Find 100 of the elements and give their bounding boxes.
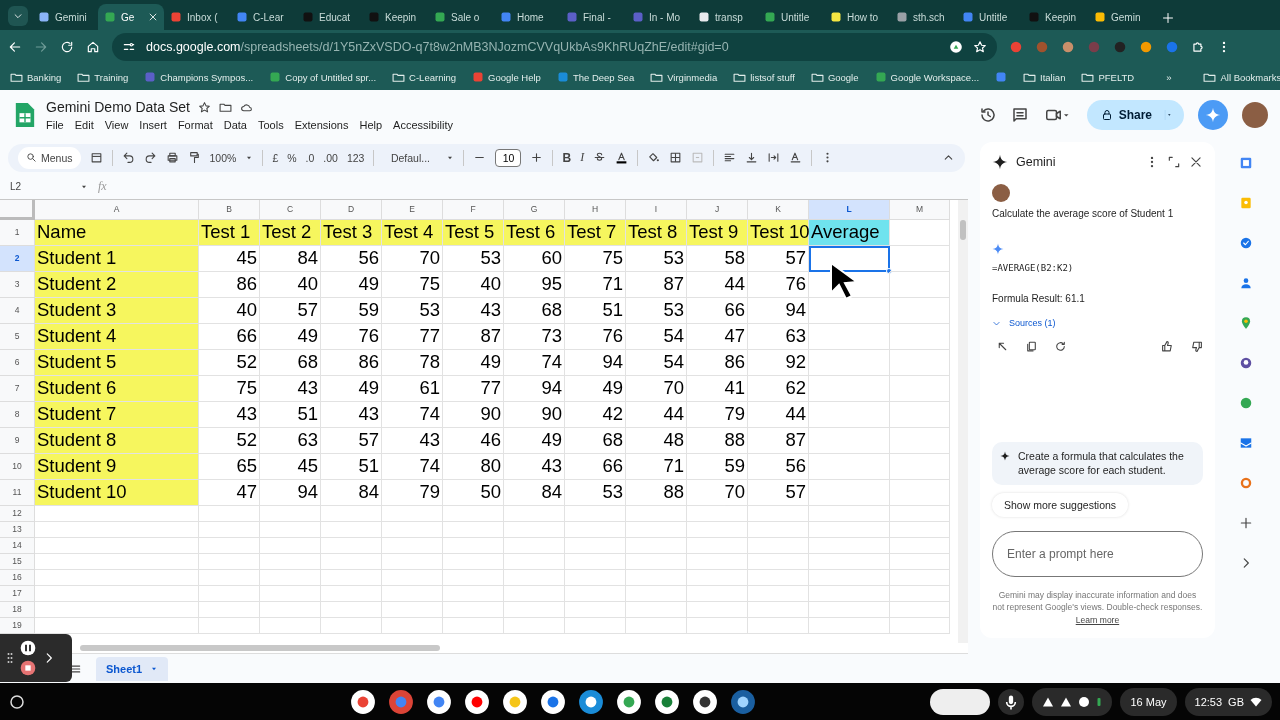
table-cell[interactable] [809,505,890,522]
table-cell[interactable] [443,521,504,538]
table-cell[interactable] [748,521,809,538]
notification-status-area[interactable] [1032,687,1113,716]
table-cell[interactable] [321,569,382,586]
column-header[interactable]: E [382,199,443,220]
table-cell[interactable] [890,601,950,618]
table-cell[interactable] [809,453,890,480]
launcher-icon[interactable] [8,692,26,711]
table-cell[interactable] [809,427,890,454]
table-cell[interactable] [565,505,626,522]
table-cell[interactable] [890,569,950,586]
table-cell[interactable] [890,323,950,350]
column-header[interactable]: K [748,199,809,220]
menu-item[interactable]: Accessibility [393,119,453,131]
table-cell[interactable] [748,569,809,586]
horizontal-scrollbar[interactable] [80,645,440,652]
copy-icon[interactable] [1025,340,1038,353]
table-cell[interactable] [260,521,321,538]
table-cell[interactable] [35,601,199,618]
row-header[interactable]: 10 [0,453,35,480]
column-header[interactable]: M [890,199,950,220]
text-wrap-icon[interactable] [767,151,781,165]
bookmark[interactable]: Copy of Untitled spr... [269,71,377,83]
table-cell[interactable] [687,553,748,570]
browser-tab[interactable]: Untitle [758,4,824,30]
text-color-icon[interactable] [615,151,629,165]
table-cell[interactable] [890,453,950,480]
table-cell[interactable] [809,617,890,634]
menu-item[interactable]: Help [359,119,383,131]
back-icon[interactable] [8,40,22,54]
table-cell[interactable] [199,521,260,538]
table-cell[interactable] [382,553,443,570]
table-cell[interactable] [890,401,950,428]
browser-tab[interactable]: Sale o [428,4,494,30]
row-header[interactable]: 6 [0,349,35,376]
bookmark[interactable]: Training [77,70,129,84]
menu-item[interactable]: Extensions [294,119,349,131]
all-bookmarks-button[interactable]: All Bookmarks [1203,70,1280,84]
column-header[interactable]: B [199,199,260,220]
table-cell[interactable] [443,553,504,570]
table-cell[interactable] [687,585,748,602]
table-cell[interactable] [890,271,950,298]
table-cell[interactable] [890,617,950,634]
zoom-dropdown[interactable]: 100% [209,151,237,164]
extension-icon[interactable] [1035,40,1049,54]
merge-cells-icon[interactable] [691,151,705,165]
table-cell[interactable] [748,617,809,634]
row-header[interactable]: 9 [0,427,35,454]
document-title[interactable]: Gemini Demo Data Set [46,99,190,115]
table-cell[interactable] [382,617,443,634]
bookmark[interactable]: Italian [1023,70,1066,84]
table-cell[interactable] [443,505,504,522]
account-avatar[interactable] [1242,102,1268,128]
table-cell[interactable] [809,375,890,402]
plus-icon[interactable] [530,151,544,165]
sources-toggle[interactable]: Sources (1) [992,318,1203,328]
suggestion-chip[interactable]: Create a formula that calculates the average score for each student. [992,441,1203,486]
table-cell[interactable] [260,585,321,602]
table-cell[interactable] [626,617,687,634]
table-cell[interactable] [626,601,687,618]
table-cell[interactable] [260,601,321,618]
row-header[interactable]: 8 [0,401,35,428]
browser-tab[interactable]: Final - [560,4,626,30]
table-cell[interactable] [748,553,809,570]
table-cell[interactable] [35,569,199,586]
add-icon[interactable] [1239,516,1254,530]
browser-tab[interactable]: Keepin [362,4,428,30]
table-cell[interactable] [890,219,950,246]
table-cell[interactable] [199,505,260,522]
table-cell[interactable] [443,617,504,634]
bookmark-icon-button[interactable] [995,71,1008,83]
table-cell[interactable] [626,585,687,602]
table-cell[interactable] [890,537,950,554]
row-header[interactable]: 3 [0,271,35,298]
browser-tab[interactable]: Home [494,4,560,30]
font-size-field[interactable]: 10 [495,148,522,167]
browser-tab[interactable]: In - Mo [626,4,692,30]
table-cell[interactable] [809,537,890,554]
table-cell[interactable] [565,601,626,618]
table-cell[interactable] [890,585,950,602]
menu-item[interactable]: Tools [257,119,284,131]
table-cell[interactable] [35,505,199,522]
history-icon[interactable] [978,106,997,124]
table-cell[interactable] [260,505,321,522]
table-cell[interactable] [890,553,950,570]
table-cell[interactable] [321,585,382,602]
table-cell[interactable] [809,569,890,586]
browser-tab[interactable]: Keepin [1022,4,1088,30]
table-cell[interactable] [35,521,199,538]
table-cell[interactable] [748,601,809,618]
table-cell[interactable] [35,537,199,554]
table-cell[interactable] [890,427,950,454]
home-icon[interactable] [86,40,100,54]
table-cell[interactable] [890,245,950,272]
redo-icon[interactable] [143,151,157,165]
column-header[interactable]: L [809,199,890,220]
browser-tab[interactable]: Gemini [32,4,98,30]
bookmark-star-icon[interactable] [973,40,987,54]
table-cell[interactable] [626,505,687,522]
